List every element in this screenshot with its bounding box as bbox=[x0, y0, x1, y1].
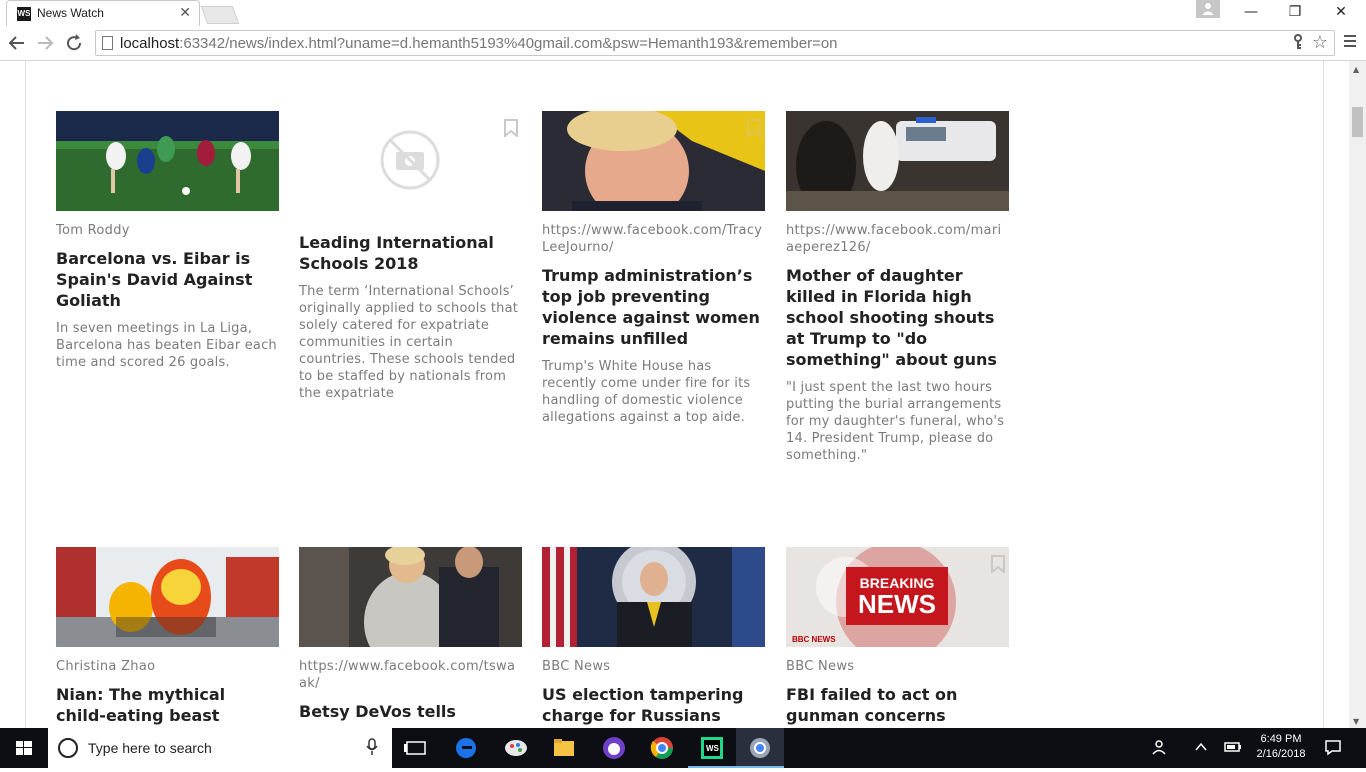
url-path: :63342/news/index.html?uname=d.hemanth51… bbox=[179, 35, 838, 52]
bookmark-icon[interactable] bbox=[747, 119, 761, 139]
article-card[interactable]: Leading International Schools 2018 The t… bbox=[299, 111, 522, 402]
article-card[interactable]: https://www.facebook.com/tswaak/ Betsy D… bbox=[299, 547, 522, 722]
article-headline[interactable]: Barcelona vs. Eibar is Spain's David Aga… bbox=[56, 248, 279, 311]
article-headline[interactable]: Leading International Schools 2018 bbox=[299, 232, 522, 274]
scroll-down-arrow-icon[interactable]: ▼ bbox=[1353, 717, 1359, 726]
article-headline[interactable]: US election tampering charge for Russian… bbox=[542, 684, 765, 726]
svg-text:WS: WS bbox=[706, 744, 720, 753]
article-description: In seven meetings in La Liga, Barcelona … bbox=[56, 321, 277, 370]
article-headline[interactable]: Nian: The mythical child-eating beast be… bbox=[56, 684, 279, 728]
file-explorer-icon[interactable] bbox=[540, 728, 588, 768]
devos-photo[interactable] bbox=[299, 547, 522, 647]
article-source: BBC News bbox=[542, 659, 611, 674]
reload-icon[interactable] bbox=[63, 32, 85, 54]
minimize-button[interactable]: — bbox=[1228, 0, 1274, 26]
article-card[interactable]: BREAKING NEWS BBC NEWS BBC News FBI fail… bbox=[786, 547, 1009, 726]
article-card[interactable]: https://www.facebook.com/TracyLeeJourno/… bbox=[542, 111, 765, 426]
article-headline[interactable]: Mother of daughter killed in Florida hig… bbox=[786, 265, 1009, 370]
vertical-scrollbar[interactable]: ▲ ▼ bbox=[1349, 61, 1366, 728]
cortana-icon bbox=[58, 738, 78, 758]
bookmark-icon[interactable] bbox=[991, 555, 1005, 575]
trump-photo[interactable] bbox=[542, 111, 765, 211]
github-desktop-icon[interactable] bbox=[590, 728, 638, 768]
browser-toolbar: localhost:63342/news/index.html?uname=d.… bbox=[0, 26, 1366, 61]
article-card[interactable]: https://www.facebook.com/mariaeperez126/… bbox=[786, 111, 1009, 464]
webstorm-icon[interactable]: WS bbox=[688, 728, 736, 768]
user-profile-icon[interactable] bbox=[1196, 0, 1220, 18]
lion-dance-photo[interactable] bbox=[56, 547, 279, 647]
paint-app-icon[interactable] bbox=[492, 728, 540, 768]
page-info-icon[interactable] bbox=[102, 36, 113, 50]
breaking-news-graphic[interactable]: BREAKING NEWS BBC NEWS bbox=[786, 547, 1009, 647]
article-description: The term ‘International Schools’ origina… bbox=[299, 284, 519, 401]
chrome-icon[interactable] bbox=[638, 728, 686, 768]
article-headline[interactable]: Trump administration’s top job preventin… bbox=[542, 265, 765, 349]
windows-taskbar: Type here to search WS 6:49 PM 2/16/2018 bbox=[0, 728, 1366, 768]
scroll-up-arrow-icon[interactable]: ▲ bbox=[1353, 65, 1359, 74]
bookmark-icon[interactable] bbox=[504, 119, 518, 139]
article-headline[interactable]: Betsy DeVos tells bbox=[299, 701, 522, 722]
bbc-news-logo: BBC NEWS bbox=[792, 635, 836, 644]
chrome-menu-icon[interactable] bbox=[1343, 33, 1357, 53]
close-window-button[interactable]: ✕ bbox=[1318, 0, 1364, 26]
article-description: Trump's White House has recently come un… bbox=[542, 359, 751, 425]
microphone-icon[interactable] bbox=[366, 738, 378, 760]
back-arrow-icon[interactable] bbox=[6, 32, 28, 54]
clock-time: 6:49 PM bbox=[1260, 733, 1302, 745]
show-hidden-icons-icon[interactable] bbox=[1194, 738, 1208, 759]
chrome-active-icon[interactable] bbox=[736, 728, 784, 768]
key-icon[interactable] bbox=[1292, 34, 1304, 54]
task-view-icon[interactable] bbox=[392, 728, 440, 768]
article-source: https://www.facebook.com/tswaak/ bbox=[299, 659, 516, 691]
tab-news-watch[interactable]: WS News Watch ✕ bbox=[6, 0, 200, 26]
article-source: https://www.facebook.com/mariaeperez126/ bbox=[786, 223, 1002, 255]
police-scene-photo[interactable] bbox=[786, 111, 1009, 211]
tab-title: News Watch bbox=[37, 6, 104, 20]
no-image-placeholder[interactable] bbox=[299, 111, 522, 211]
action-center-icon[interactable] bbox=[1324, 738, 1342, 759]
people-icon[interactable] bbox=[1152, 738, 1170, 759]
article-headline[interactable]: FBI failed to act on gunman concerns bbox=[786, 684, 1009, 726]
taskbar-search-box[interactable]: Type here to search bbox=[48, 728, 392, 768]
scroll-thumb[interactable] bbox=[1352, 107, 1363, 137]
article-source: BBC News bbox=[786, 659, 855, 674]
article-source: https://www.facebook.com/TracyLeeJourno/ bbox=[542, 223, 763, 255]
article-description: "I just spent the last two hours putting… bbox=[786, 380, 1005, 463]
url-host: localhost bbox=[120, 35, 180, 52]
new-tab-button[interactable] bbox=[200, 6, 240, 24]
article-card[interactable]: Tom Roddy Barcelona vs. Eibar is Spain's… bbox=[56, 111, 279, 371]
taskbar-search-placeholder: Type here to search bbox=[88, 740, 212, 756]
clock-date: 2/16/2018 bbox=[1256, 748, 1306, 760]
url-text[interactable]: localhost:63342/news/index.html?uname=d.… bbox=[120, 35, 838, 52]
restore-button[interactable]: ❐ bbox=[1272, 0, 1318, 26]
bookmark-star-icon[interactable]: ☆ bbox=[1312, 32, 1328, 53]
taskbar-clock[interactable]: 6:49 PM 2/16/2018 bbox=[1250, 732, 1312, 762]
article-source: Tom Roddy bbox=[56, 223, 130, 238]
webstorm-favicon-icon: WS bbox=[17, 7, 31, 21]
battery-icon[interactable] bbox=[1224, 738, 1242, 759]
doj-press-photo[interactable] bbox=[542, 547, 765, 647]
article-card[interactable]: Christina Zhao Nian: The mythical child-… bbox=[56, 547, 279, 728]
edge-browser-icon[interactable] bbox=[442, 728, 490, 768]
news-label: NEWS bbox=[858, 589, 936, 619]
address-bar[interactable]: localhost:63342/news/index.html?uname=d.… bbox=[95, 30, 1335, 56]
browser-titlebar: WS News Watch ✕ — ❐ ✕ bbox=[0, 0, 1366, 26]
article-card[interactable]: BBC News US election tampering charge fo… bbox=[542, 547, 765, 726]
windows-start-button[interactable] bbox=[0, 728, 48, 768]
soccer-match-image[interactable] bbox=[56, 111, 279, 211]
forward-arrow-icon[interactable] bbox=[34, 32, 56, 54]
tab-close-icon[interactable]: ✕ bbox=[179, 5, 191, 21]
article-source: Christina Zhao bbox=[56, 659, 156, 674]
web-page: Tom Roddy Barcelona vs. Eibar is Spain's… bbox=[0, 61, 1349, 728]
